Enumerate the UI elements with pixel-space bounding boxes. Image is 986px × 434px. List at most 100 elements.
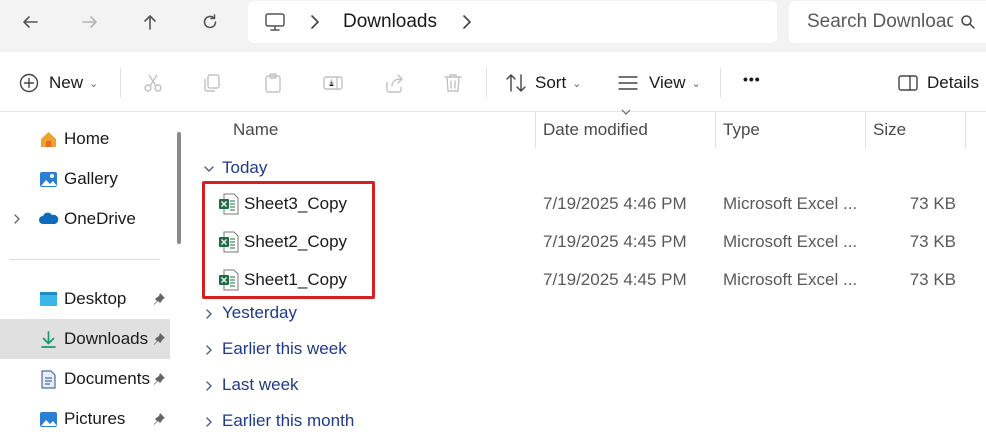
new-button[interactable]: New ⌄ — [18, 70, 98, 96]
file-list: Name Date modified Type Size Today Sheet… — [190, 109, 986, 434]
sidebar-scrollbar[interactable] — [177, 132, 181, 244]
sidebar-item-label: OneDrive — [64, 209, 136, 228]
group-label: Yesterday — [222, 303, 297, 322]
plus-circle-icon — [19, 73, 39, 93]
chevron-right-icon — [206, 309, 212, 319]
group-header-earlier-this-week[interactable]: Earlier this week — [190, 333, 986, 367]
chevron-down-icon — [204, 166, 214, 172]
sort-icon — [506, 74, 526, 92]
column-divider[interactable] — [715, 112, 716, 148]
refresh-button[interactable] — [192, 8, 228, 36]
sidebar-item-label: Gallery — [64, 169, 118, 188]
rename-button[interactable] — [322, 70, 344, 96]
navigation-pane: Home Gallery OneDrive Desktop Downloads … — [0, 112, 190, 434]
sidebar-item-home[interactable]: Home — [0, 119, 170, 159]
column-divider[interactable] — [535, 112, 536, 148]
breadcrumb-downloads[interactable]: Downloads — [343, 11, 437, 33]
sort-indicator-icon — [621, 109, 631, 115]
file-type: Microsoft Excel ... — [723, 232, 858, 251]
chevron-right-icon[interactable] — [12, 213, 22, 225]
sidebar-item-desktop[interactable]: Desktop — [0, 279, 170, 319]
view-label: View — [649, 73, 686, 92]
toolbar-divider — [720, 68, 721, 98]
copy-icon — [204, 74, 220, 92]
view-list-icon — [618, 76, 638, 90]
sidebar-item-pictures[interactable]: Pictures — [0, 399, 170, 434]
command-bar: New ⌄ Sort ⌄ View ⌄ ••• Details — [0, 52, 986, 112]
group-header-today[interactable]: Today — [190, 152, 986, 186]
file-name: Sheet3_Copy — [244, 194, 348, 213]
arrow-left-icon — [23, 16, 38, 28]
column-header-row: Name Date modified Type Size — [190, 109, 986, 148]
column-header-size[interactable]: Size — [873, 120, 906, 140]
details-label: Details — [927, 73, 979, 92]
more-options-button[interactable]: ••• — [743, 66, 761, 92]
sidebar-item-label: Home — [64, 129, 110, 148]
breadcrumb[interactable]: Downloads — [248, 1, 777, 43]
sidebar-item-downloads[interactable]: Downloads — [0, 319, 170, 359]
column-header-type[interactable]: Type — [723, 120, 760, 140]
file-row[interactable]: Sheet1_Copy 7/19/2025 4:45 PM Microsoft … — [190, 261, 986, 299]
file-date: 7/19/2025 4:45 PM — [543, 232, 687, 251]
file-row[interactable]: Sheet3_Copy 7/19/2025 4:46 PM Microsoft … — [190, 185, 986, 223]
excel-file-icon — [219, 231, 239, 253]
arrow-up-icon — [144, 15, 156, 30]
group-header-last-week[interactable]: Last week — [190, 369, 986, 403]
pin-icon[interactable] — [152, 412, 166, 426]
sidebar-item-label: Downloads — [64, 329, 149, 348]
scissors-icon — [144, 74, 162, 92]
group-header-earlier-this-month[interactable]: Earlier this month — [190, 405, 986, 434]
up-button[interactable] — [132, 8, 168, 36]
home-icon — [41, 131, 56, 147]
file-name: Sheet1_Copy — [244, 270, 348, 289]
column-header-date[interactable]: Date modified — [543, 120, 648, 140]
chevron-right-icon[interactable] — [460, 14, 474, 30]
pin-icon[interactable] — [152, 372, 166, 386]
arrow-right-icon — [82, 16, 97, 28]
this-pc-icon[interactable] — [264, 12, 286, 32]
view-button[interactable]: View ⌄ — [617, 70, 701, 96]
search-icon[interactable] — [960, 14, 976, 30]
column-divider[interactable] — [965, 112, 966, 148]
toolbar-divider — [486, 68, 487, 98]
excel-file-icon — [219, 269, 239, 291]
cut-button[interactable] — [142, 70, 164, 96]
pin-icon[interactable] — [152, 332, 166, 346]
back-button[interactable] — [12, 8, 48, 36]
file-type: Microsoft Excel ... — [723, 270, 858, 289]
more-icon: ••• — [743, 71, 761, 87]
search-input[interactable]: Search Downloads — [807, 11, 953, 33]
sidebar-item-gallery[interactable]: Gallery — [0, 159, 170, 199]
pictures-icon — [40, 411, 57, 427]
details-button[interactable]: Details — [897, 70, 979, 96]
share-icon — [386, 74, 403, 93]
chevron-right-icon[interactable] — [308, 14, 322, 30]
column-header-name[interactable]: Name — [233, 120, 278, 140]
paste-button[interactable] — [262, 70, 284, 96]
share-button[interactable] — [383, 70, 405, 96]
group-header-yesterday[interactable]: Yesterday — [190, 297, 986, 331]
sidebar-divider — [10, 259, 160, 260]
delete-button[interactable] — [442, 70, 464, 96]
sort-label: Sort — [535, 73, 567, 92]
file-row[interactable]: Sheet2_Copy 7/19/2025 4:45 PM Microsoft … — [190, 223, 986, 261]
new-label: New — [49, 73, 84, 92]
pin-icon[interactable] — [152, 292, 166, 306]
sidebar-item-documents[interactable]: Documents — [0, 359, 170, 399]
chevron-down-icon: ⌄ — [691, 77, 701, 90]
chevron-down-icon: ⌄ — [572, 77, 582, 90]
forward-button[interactable] — [72, 8, 108, 36]
copy-button[interactable] — [201, 70, 223, 96]
column-divider[interactable] — [865, 112, 866, 148]
chevron-right-icon — [206, 345, 212, 355]
chevron-right-icon — [206, 417, 212, 427]
toolbar-divider — [120, 68, 121, 98]
sort-button[interactable]: Sort ⌄ — [505, 70, 581, 96]
sidebar-item-onedrive[interactable]: OneDrive — [0, 199, 170, 239]
sidebar-item-label: Documents — [64, 369, 150, 388]
clipboard-icon — [265, 73, 281, 93]
sidebar-item-label: Pictures — [64, 409, 126, 428]
file-size: 73 KB — [909, 232, 956, 251]
chevron-right-icon — [206, 381, 212, 391]
search-box[interactable]: Search Downloads — [789, 1, 986, 43]
